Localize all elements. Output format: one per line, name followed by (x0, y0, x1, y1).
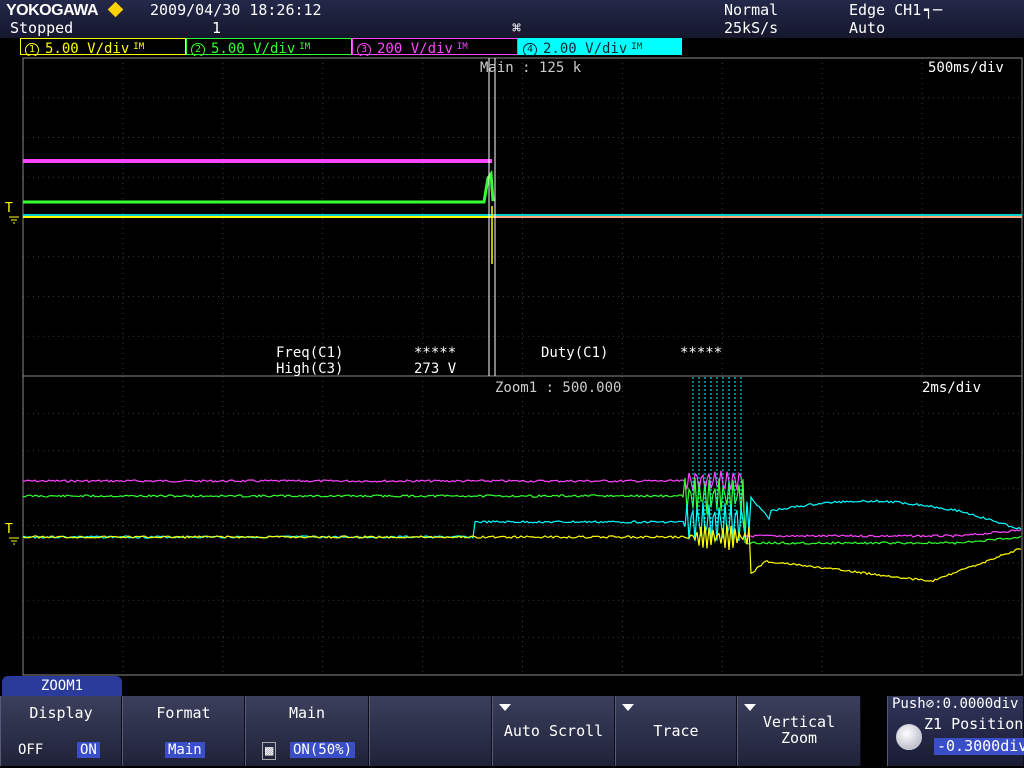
trace-softkey[interactable]: Trace (615, 696, 737, 766)
ch1-scale-box[interactable]: 1 5.00 V/div IM (20, 38, 186, 57)
zoom-timebase: 2ms/div (922, 380, 981, 396)
trigger-position-icon: ⌘ (512, 19, 522, 37)
ch3-unit: /div (419, 41, 453, 57)
ch3-scale: 200 V (377, 41, 420, 57)
vertical-zoom-menu-icon (744, 704, 756, 711)
z1-position-value[interactable]: -0.3000div (934, 738, 1024, 755)
rising-edge-icon: ┑─ (924, 1, 943, 19)
vertical-zoom-softkey[interactable]: Vertical Zoom (737, 696, 861, 766)
auto-scroll-softkey[interactable]: Auto Scroll (492, 696, 615, 766)
format-softkey[interactable]: Format Main (122, 696, 245, 766)
trigger-type: Edge CH1 (849, 1, 922, 19)
push-hint: Push (892, 696, 926, 712)
acquisition-count: 1 (212, 19, 222, 37)
auto-scroll-label: Auto Scroll (503, 722, 604, 740)
empty-softkey[interactable] (369, 696, 492, 766)
auto-scroll-menu-icon (499, 704, 511, 711)
jog-knob-icon (896, 724, 922, 750)
main-split-icon: ▩ (262, 742, 277, 760)
ch1-number: 1 (25, 43, 39, 57)
waveform-display: T T Main : 125 k 500ms/div Freq(C1) ****… (0, 56, 1024, 676)
measure-high-c3-value: 273 V (414, 361, 457, 377)
ch2-number: 2 (191, 43, 205, 57)
softkey-menu: ZOOM1 Display OFF ON Format Main Main ▩ … (0, 676, 1024, 768)
sample-rate: 25kS/s (724, 19, 779, 37)
display-label: Display (29, 704, 93, 722)
ch4-unit: /div (593, 41, 628, 57)
menu-tab-zoom1[interactable]: ZOOM1 (2, 676, 122, 696)
measure-high-c3-name: High(C3) (276, 361, 343, 377)
main-softkey[interactable]: Main ▩ ON(50%) (245, 696, 369, 766)
format-label: Format (156, 704, 211, 722)
measure-freq-c1-name: Freq(C1) (276, 345, 343, 361)
acquisition-mode: Normal (724, 1, 779, 19)
main-trigger-level-marker[interactable]: T (5, 201, 13, 216)
ch4-tag: IM (631, 42, 643, 52)
ch3-number: 3 (357, 43, 371, 57)
z1-position-softkey[interactable]: Push⊘:0.0000div Z1 Position -0.3000div (887, 696, 1024, 766)
main-label: Main (288, 704, 326, 722)
ch2-scale: 5.00 V (211, 41, 262, 57)
measure-freq-c1-value: ***** (414, 345, 456, 361)
ch1-tag: IM (133, 42, 145, 52)
ch4-number: 4 (523, 43, 537, 57)
status-header: YOKOGAWA 2009/04/30 18:26:12 Stopped 1 ⌘… (0, 0, 1024, 38)
measure-duty-c1-name: Duty(C1) (541, 345, 608, 361)
ch1-unit: /div (95, 41, 130, 57)
ch3-scale-box[interactable]: 3 200 V/div IM (352, 38, 518, 57)
brand-logo: YOKOGAWA (6, 2, 99, 19)
ch4-scale: 2.00 V (543, 41, 594, 57)
ch2-unit: /div (261, 41, 296, 57)
format-value: Main (165, 742, 205, 758)
ch3-tag: IM (456, 42, 468, 52)
acquisition-state: Stopped (10, 19, 74, 37)
zoom-window-label: Zoom1 : 500.000 (495, 380, 621, 396)
trace-menu-icon (622, 704, 634, 711)
main-timebase: 500ms/div (928, 60, 1004, 76)
datetime: 2009/04/30 18:26:12 (150, 1, 322, 19)
main-value: ON(50%) (290, 742, 356, 758)
display-off-option[interactable]: OFF (15, 742, 46, 758)
zoom-trigger-level-marker[interactable]: T (5, 522, 13, 537)
display-softkey[interactable]: Display OFF ON (0, 696, 122, 766)
ch2-tag: IM (299, 42, 311, 52)
trace-label: Trace (653, 722, 699, 740)
display-on-option[interactable]: ON (77, 742, 100, 758)
ch2-scale-box[interactable]: 2 5.00 V/div IM (186, 38, 352, 57)
trigger-mode: Auto (849, 19, 886, 37)
push-value: :0.0000div (934, 696, 1019, 712)
ch1-scale: 5.00 V (45, 41, 96, 57)
reset-icon: ⊘ (925, 696, 935, 712)
main-window-label: Main : 125 k (480, 60, 582, 76)
vertical-zoom-label-line2: Zoom (780, 729, 818, 747)
vertical-zoom-label-line1: Vertical (762, 713, 836, 731)
measure-duty-c1-value: ***** (680, 345, 722, 361)
ch4-scale-box[interactable]: 4 2.00 V/div IM (518, 38, 682, 57)
brand-diamond-icon (107, 1, 124, 18)
z1-position-label: Z1 Position (924, 715, 1024, 733)
